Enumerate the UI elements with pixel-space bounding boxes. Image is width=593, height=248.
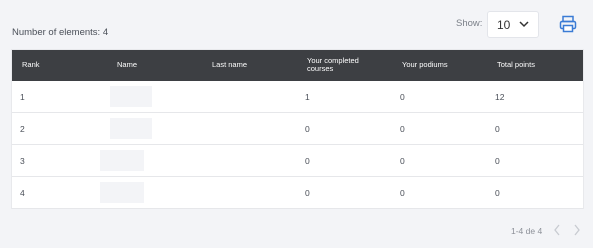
column-header-total-points[interactable]: Total points [497,61,535,69]
name-placeholder [100,182,144,203]
table-row: 4 0 0 0 [12,177,583,209]
printer-icon[interactable] [559,15,577,33]
page-size-value: 10 [497,18,511,32]
column-header-completed-courses[interactable]: Your completed courses [307,57,359,73]
rank-cell: 2 [20,124,25,134]
column-header-name[interactable]: Name [117,61,137,69]
completed-cell: 0 [305,124,310,134]
page-size-select[interactable]: 10 [487,11,539,38]
points-cell: 0 [495,156,500,166]
podiums-cell: 0 [400,156,405,166]
column-header-last-name[interactable]: Last name [212,61,247,69]
chevron-down-icon [519,21,529,28]
points-cell: 0 [495,124,500,134]
points-cell: 0 [495,188,500,198]
podiums-cell: 0 [400,188,405,198]
podiums-cell: 0 [400,124,405,134]
rank-cell: 3 [20,156,25,166]
chevron-left-icon[interactable] [553,224,561,236]
rank-cell: 1 [20,92,25,102]
completed-cell: 1 [305,92,310,102]
table-row: 3 0 0 0 [12,145,583,177]
name-placeholder [110,118,152,139]
ranking-table: Rank Name Last name Your completed cours… [12,50,583,209]
column-header-completed-line2: courses [307,64,334,73]
element-count: Number of elements: 4 [12,27,109,38]
name-placeholder [110,86,152,107]
table-row: 2 0 0 0 [12,113,583,145]
points-cell: 12 [495,92,505,102]
podiums-cell: 0 [400,92,405,102]
page-size-label: Show: [456,18,483,29]
name-placeholder [100,150,144,171]
pagination-text: 1-4 de 4 [511,226,543,236]
completed-cell: 0 [305,156,310,166]
rank-cell: 4 [20,188,25,198]
column-header-podiums[interactable]: Your podiums [402,61,448,69]
table-row: 1 1 0 12 [12,81,583,113]
chevron-right-icon[interactable] [573,224,581,236]
table-header: Rank Name Last name Your completed cours… [12,50,583,81]
completed-cell: 0 [305,188,310,198]
column-header-rank[interactable]: Rank [22,61,40,69]
